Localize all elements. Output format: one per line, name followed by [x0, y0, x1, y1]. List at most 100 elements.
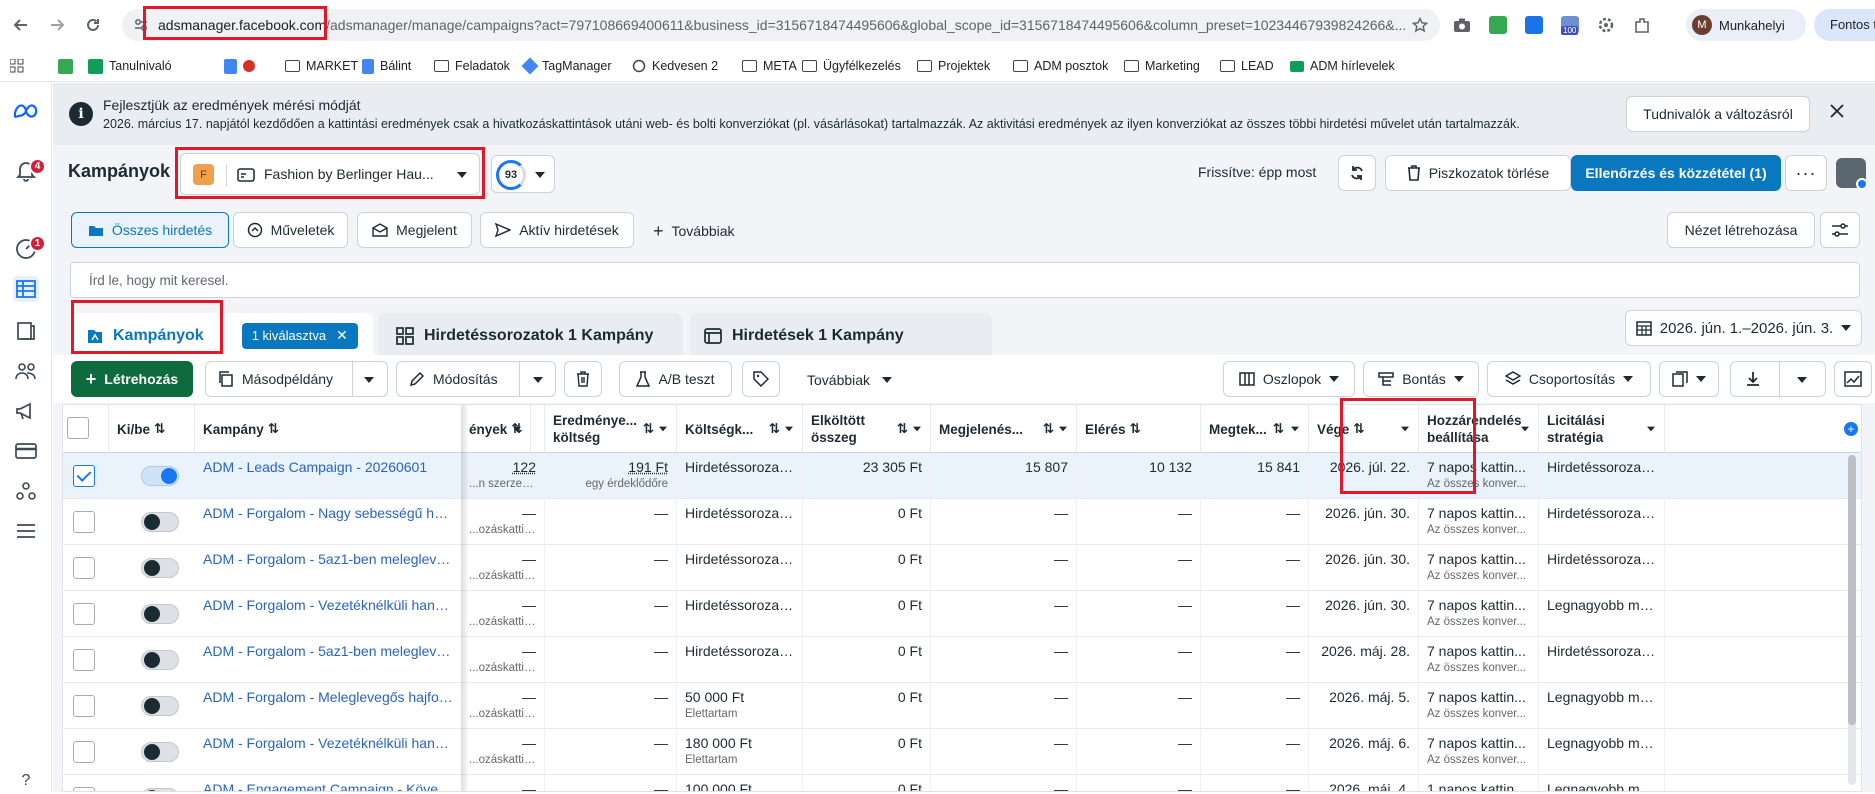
table-row[interactable]: ADM - Forgalom - Nagy sebességű hajszárí…	[63, 499, 1862, 545]
site-info-icon[interactable]	[134, 18, 148, 32]
sort-icon[interactable]: ⇅	[268, 421, 279, 437]
table-row[interactable]: ADM - Forgalom - Meleglevegős hajformázó…	[63, 683, 1862, 729]
header-results[interactable]: ények ⇅	[461, 405, 545, 453]
row-checkbox[interactable]	[73, 695, 95, 717]
campaign-name-link[interactable]: ADM - Engagement Campaign - Követőgyűjté…	[195, 775, 461, 792]
chevron-down-icon[interactable]	[1647, 427, 1655, 432]
megaphone-icon[interactable]	[13, 398, 39, 424]
published-filter[interactable]: Megjelent	[357, 212, 472, 248]
pinned-tab-button[interactable]: Fontos teendők	[1814, 9, 1875, 41]
row-checkbox[interactable]	[73, 603, 95, 625]
selection-pill[interactable]: 1 kiválasztva ✕	[242, 323, 358, 349]
create-button[interactable]: + Létrehozás	[71, 361, 193, 397]
ab-test-button[interactable]: A/B teszt	[619, 361, 732, 397]
bookmark-adm-hirlevelek[interactable]: ADM hírlevelek	[1290, 55, 1395, 77]
bookmark-lead[interactable]: LEAD	[1220, 55, 1274, 77]
reports-button[interactable]	[1659, 361, 1719, 397]
user-avatar[interactable]	[1836, 158, 1866, 188]
table-row[interactable]: ADM - Forgalom - Vezetéknélküli hangszór…	[63, 591, 1862, 637]
delete-drafts-button[interactable]: Piszkozatok törlése	[1385, 155, 1571, 191]
bookmark-tanulnivalo[interactable]: Tanulnivaló	[88, 55, 172, 77]
delete-button[interactable]	[564, 361, 602, 397]
clear-selection-icon[interactable]: ✕	[336, 327, 348, 344]
delivery-toggle[interactable]	[141, 742, 179, 762]
bookmark-balint[interactable]: Bálint	[362, 55, 411, 77]
campaign-name-link[interactable]: ADM - Leads Campaign - 20260601	[195, 453, 461, 499]
bookmark-feladatok[interactable]: Feladatok	[434, 55, 510, 77]
row-checkbox[interactable]	[73, 741, 95, 763]
header-attribution[interactable]: Hozzárendelés beállítása	[1419, 405, 1539, 453]
learn-changes-button[interactable]: Tudnivalók a változásról	[1626, 96, 1810, 132]
date-range-picker[interactable]: 2026. jún. 1.–2026. jún. 3.	[1625, 310, 1862, 346]
chevron-down-icon[interactable]	[1059, 427, 1067, 432]
settings-gear-icon[interactable]	[1596, 15, 1616, 35]
tab-adsets[interactable]: Hirdetéssorozatok 1 Kampány	[378, 313, 683, 358]
campaign-name-link[interactable]: ADM - Forgalom - Vezetéknélküli hangszór…	[195, 591, 461, 637]
chevron-down-icon[interactable]	[659, 427, 667, 432]
reload-icon[interactable]	[82, 14, 104, 36]
tag-button[interactable]	[742, 361, 780, 397]
sort-icon[interactable]: ⇅	[1130, 421, 1141, 437]
delivery-toggle[interactable]	[141, 650, 179, 670]
chevron-down-icon[interactable]	[785, 427, 793, 432]
bookmark-projektek[interactable]: Projektek	[917, 55, 990, 77]
charts-button[interactable]	[1834, 361, 1872, 397]
table-row[interactable]: ADM - Forgalom - 5az1-ben meleglevegős h…	[63, 545, 1862, 591]
camera-icon[interactable]	[1452, 15, 1472, 35]
more-filters-button[interactable]: + Továbbiak	[653, 223, 735, 239]
table-scrollbar[interactable]	[1848, 455, 1856, 785]
create-view-button[interactable]: Nézet létrehozása	[1667, 212, 1815, 248]
billing-card-icon[interactable]	[13, 438, 39, 464]
sort-icon[interactable]: ⇅	[511, 421, 522, 437]
select-all-checkbox[interactable]	[67, 417, 89, 439]
actions-filter[interactable]: Műveletek	[233, 212, 348, 248]
sort-icon[interactable]: ⇅	[643, 420, 654, 437]
bookmark-marketing[interactable]: Marketing	[1124, 55, 1200, 77]
view-settings-button[interactable]	[1820, 212, 1860, 248]
export-button[interactable]	[1730, 361, 1826, 397]
business-settings-icon[interactable]	[13, 478, 39, 504]
header-reach[interactable]: Elérés ⇅	[1077, 405, 1201, 453]
catalog-icon[interactable]	[13, 318, 39, 344]
edit-button[interactable]: Módosítás	[396, 361, 556, 397]
campaign-name-link[interactable]: ADM - Forgalom - 5az1-ben meleglevegős h…	[195, 637, 461, 683]
sort-icon[interactable]: ⇅	[1043, 421, 1054, 437]
bookmark-tagmanager[interactable]: TagManager	[524, 55, 612, 77]
row-checkbox[interactable]	[73, 787, 95, 792]
row-checkbox[interactable]	[73, 649, 95, 671]
campaign-name-link[interactable]: ADM - Forgalom - Meleglevegős hajformázó…	[195, 683, 461, 729]
bookmark-kedvesen[interactable]: Kedvesen 2	[632, 55, 718, 77]
all-ads-filter[interactable]: Összes hirdetés	[71, 212, 229, 248]
delivery-toggle[interactable]	[141, 512, 179, 532]
refresh-button[interactable]	[1338, 155, 1376, 191]
extension-green-icon[interactable]	[1488, 15, 1508, 35]
header-onoff[interactable]: Ki/be ⇅	[109, 405, 195, 453]
delivery-toggle[interactable]	[141, 788, 179, 792]
table-row[interactable]: ADM - Forgalom - Vezetéknélküli hangszór…	[63, 729, 1862, 775]
bookmark-ugyfelkezeles[interactable]: Ügyfélkezelés	[802, 55, 901, 77]
campaign-name-link[interactable]: ADM - Forgalom - 5az1-ben meleglevegős h…	[195, 545, 461, 591]
header-budget[interactable]: Költségk... ⇅	[677, 405, 803, 453]
tab-campaigns[interactable]: Kampányok 1 kiválasztva ✕	[71, 313, 373, 358]
sort-icon[interactable]: ⇅	[1273, 421, 1284, 437]
header-impressions[interactable]: Megjelenés... ⇅	[931, 405, 1077, 453]
header-bid-strategy[interactable]: Licitálási stratégia	[1539, 405, 1665, 453]
meta-logo-icon[interactable]	[13, 98, 39, 124]
delivery-toggle[interactable]	[141, 558, 179, 578]
more-options-button[interactable]: ···	[1785, 155, 1827, 191]
grouping-button[interactable]: Csoportosítás	[1487, 361, 1651, 397]
add-column-icon[interactable]: +	[1844, 422, 1858, 436]
back-icon[interactable]	[10, 14, 32, 36]
profile-chip[interactable]: M Munkahelyi	[1686, 9, 1806, 41]
campaign-name-link[interactable]: ADM - Forgalom - Vezetéknélküli hangszór…	[195, 729, 461, 775]
bookmark-star-icon[interactable]	[1412, 17, 1428, 33]
header-cost-per-result[interactable]: Eredménye... költség ⇅	[545, 405, 677, 453]
row-checkbox[interactable]	[73, 511, 95, 533]
close-banner-icon[interactable]	[1830, 104, 1844, 118]
opportunity-score[interactable]: 93	[491, 155, 555, 193]
bookmark-market[interactable]: MARKET	[224, 55, 358, 77]
header-select-all[interactable]	[63, 405, 109, 453]
apps-grid-icon[interactable]	[10, 55, 24, 77]
review-publish-button[interactable]: Ellenőrzés és közzététel (1)	[1571, 155, 1781, 191]
campaigns-table-icon[interactable]	[13, 276, 39, 302]
